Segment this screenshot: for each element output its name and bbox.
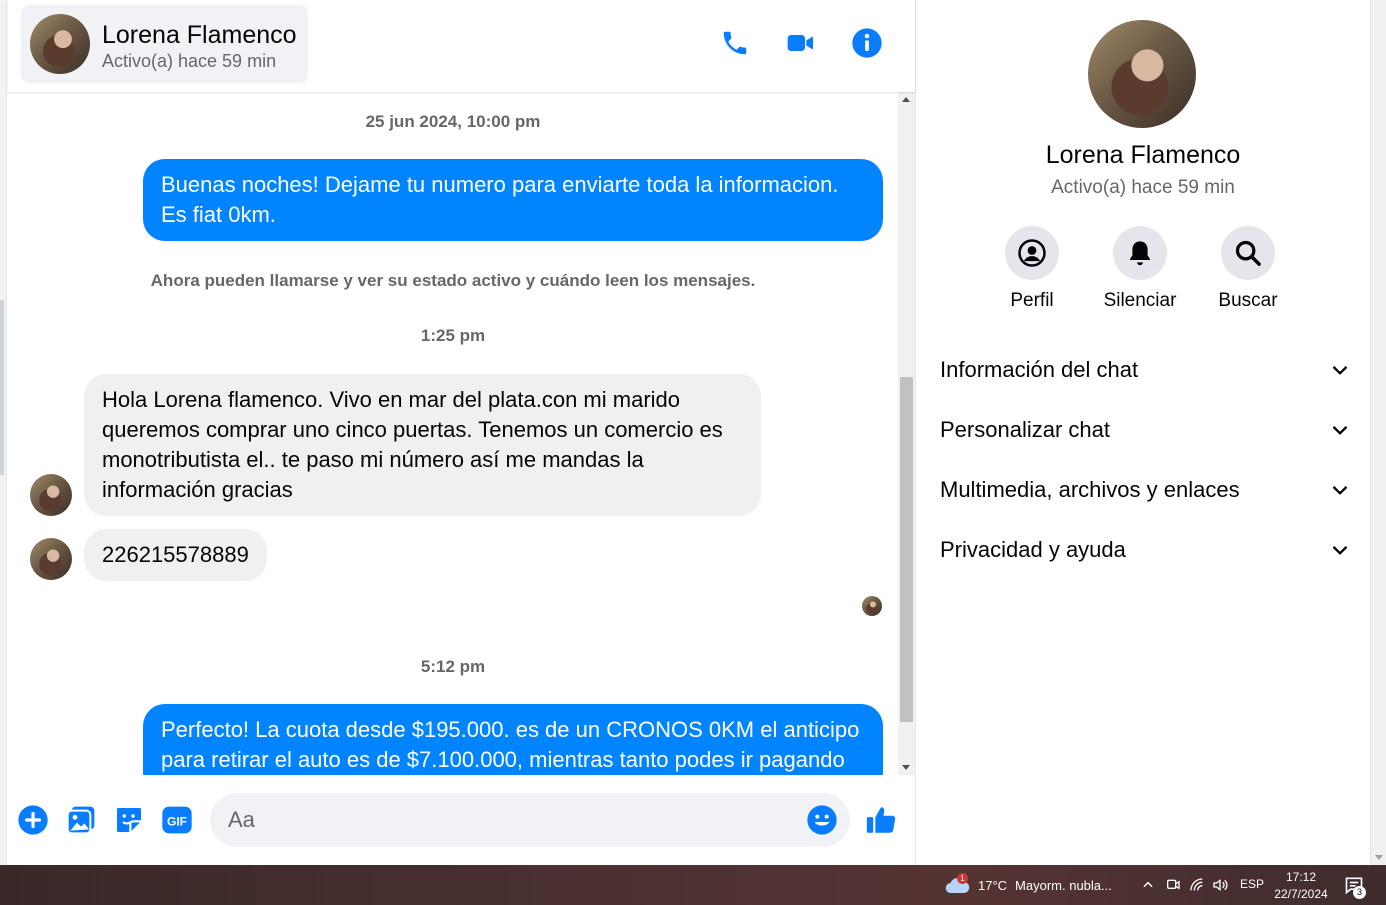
section-label: Personalizar chat (940, 417, 1110, 442)
section-label: Privacidad y ayuda (940, 537, 1126, 562)
timestamp: 1:25 pm (420, 326, 486, 345)
search-icon (1221, 226, 1275, 280)
incoming-message[interactable]: 226215578889 (84, 529, 267, 581)
weather-badge: 1 (957, 873, 968, 884)
contact-avatar[interactable] (30, 474, 72, 516)
message-line: Es fiat 0km. (161, 202, 276, 227)
contact-name: Lorena Flamenco (102, 21, 297, 49)
outgoing-message[interactable]: Buenas noches! Dejame tu numero para env… (143, 159, 883, 241)
contact-avatar (30, 14, 90, 74)
timestamp: 25 jun 2024, 10:00 pm (365, 112, 541, 131)
chevron-down-icon (1333, 546, 1347, 555)
temperature: 17°C (978, 877, 1008, 893)
message-input[interactable] (228, 793, 788, 847)
profile-status: Activo(a) hace 59 min (1051, 177, 1235, 198)
notification-count: 3 (1353, 886, 1366, 899)
clock-time: 17:12 (1285, 870, 1317, 884)
clock-date: 22/7/2024 (1274, 887, 1328, 901)
profile-avatar[interactable] (1088, 20, 1196, 128)
phone-icon[interactable] (718, 26, 752, 60)
scroll-up-icon[interactable] (902, 97, 910, 102)
chat-header: Lorena Flamenco Activo(a) hace 59 min (8, 0, 915, 92)
contact-avatar[interactable] (30, 538, 72, 580)
window-scrollbar[interactable] (1370, 0, 1386, 865)
message-list[interactable]: 25 jun 2024, 10:00 pm Buenas noches! Dej… (8, 92, 898, 775)
mute-button[interactable]: Silenciar (1085, 226, 1195, 312)
emoji-icon[interactable] (806, 804, 838, 836)
timestamp: 5:12 pm (420, 657, 486, 676)
message-line: Buenas noches! Dejame tu numero para env… (161, 172, 839, 197)
message-line: queremos comprar uno cinco puertas. Tene… (102, 417, 723, 442)
image-icon[interactable] (64, 803, 98, 837)
weather-widget[interactable]: 17°C Mayorm. nubla... (944, 873, 1112, 897)
incoming-message[interactable]: Hola Lorena flamenco. Vivo en mar del pl… (84, 374, 761, 516)
search-button[interactable]: Buscar (1193, 226, 1303, 312)
contact-status: Activo(a) hace 59 min (102, 51, 277, 71)
taskbar: 17°C Mayorm. nubla... 1 ESP 17:12 22/7/2… (0, 865, 1386, 905)
contact-header-button[interactable]: Lorena Flamenco Activo(a) hace 59 min (21, 5, 308, 83)
chevron-down-icon (1333, 486, 1347, 495)
gif-icon[interactable]: GIF (160, 803, 194, 837)
chevron-up-icon[interactable] (1141, 878, 1155, 892)
mute-label: Silenciar (1103, 290, 1177, 311)
bell-icon (1113, 226, 1167, 280)
message-line: Perfecto! La cuota desde $195.000. es de… (161, 717, 860, 742)
section-label: Multimedia, archivos y enlaces (940, 477, 1240, 502)
profile-icon (1005, 226, 1059, 280)
plus-icon[interactable] (16, 803, 50, 837)
message-line: Hola Lorena flamenco. Vivo en mar del pl… (102, 387, 681, 412)
section-privacy-help[interactable]: Privacidad y ayuda (940, 528, 1350, 572)
conversation-info-panel: Lorena Flamenco Activo(a) hace 59 min Pe… (916, 0, 1370, 865)
read-receipt-avatar (862, 596, 882, 616)
message-line: información gracias (102, 477, 293, 502)
gif-label: GIF (167, 814, 187, 828)
search-label: Buscar (1218, 290, 1278, 311)
scroll-down-icon[interactable] (1375, 855, 1383, 860)
message-line: para retirar el auto es de $7.100.000, m… (161, 747, 845, 772)
edge-marker (0, 300, 4, 475)
chevron-down-icon (1333, 426, 1347, 435)
window-left-edge (0, 0, 7, 865)
message-line: monotributista el.. te paso mi número as… (102, 447, 644, 472)
clock[interactable]: 17:12 22/7/2024 (1268, 869, 1334, 903)
section-media-files-links[interactable]: Multimedia, archivos y enlaces (940, 468, 1350, 512)
section-customize-chat[interactable]: Personalizar chat (940, 408, 1350, 452)
chevron-down-icon (1333, 366, 1347, 375)
speaker-icon[interactable] (1212, 877, 1228, 893)
scroll-down-icon[interactable] (902, 765, 910, 770)
language-indicator[interactable]: ESP (1240, 877, 1264, 891)
thumbs-up-icon[interactable] (864, 803, 898, 837)
meet-now-icon[interactable] (1165, 877, 1181, 893)
outgoing-message[interactable]: Perfecto! La cuota desde $195.000. es de… (143, 704, 883, 775)
message-line: 226215578889 (102, 542, 249, 567)
profile-button[interactable]: Perfil (977, 226, 1087, 312)
weather-condition: Mayorm. nubla... (1015, 877, 1112, 893)
profile-name: Lorena Flamenco (1045, 141, 1241, 169)
sticker-icon[interactable] (112, 803, 146, 837)
wifi-icon[interactable] (1189, 877, 1205, 893)
message-input-wrapper (210, 793, 850, 847)
section-chat-info[interactable]: Información del chat (940, 348, 1350, 392)
system-notice: Ahora pueden llamarse y ver su estado ac… (150, 271, 756, 290)
chat-window: Lorena Flamenco Activo(a) hace 59 min 25… (8, 0, 915, 865)
section-label: Información del chat (940, 357, 1139, 382)
video-camera-icon[interactable] (784, 26, 818, 60)
info-icon[interactable] (850, 26, 884, 60)
message-scrollbar[interactable] (898, 92, 915, 775)
profile-label: Perfil (1010, 290, 1054, 311)
composer: GIF (8, 775, 915, 865)
scrollbar-thumb[interactable] (900, 377, 913, 722)
